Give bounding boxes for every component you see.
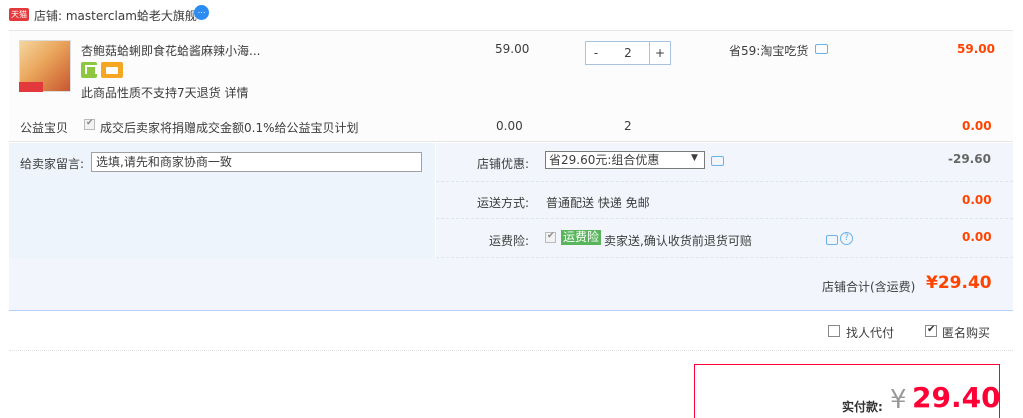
qty-increase-button[interactable]: + — [649, 41, 671, 65]
shop-name[interactable]: 店铺: masterclam蛤老大旗舰 — [34, 7, 197, 24]
anonymous-checkbox[interactable] — [925, 324, 937, 337]
shipping-method: 普通配送 快递 免邮 — [546, 196, 650, 210]
credit-card-icon[interactable] — [101, 62, 123, 78]
aliwangwang-icon[interactable]: ⋯ — [194, 5, 209, 20]
insurance-checkbox — [545, 231, 556, 243]
discount-label: 店铺优惠: — [477, 157, 530, 171]
unit-price: 59.00 — [495, 42, 530, 56]
payment-label: 实付款: — [842, 400, 883, 414]
divider — [436, 181, 1013, 182]
return-policy-note[interactable]: 此商品性质不支持7天退货 详情 — [81, 84, 248, 101]
insurance-description: 卖家送,确认收货前退货可赔 — [604, 234, 752, 248]
charity-description: 成交后卖家将捐赠成交金额0.1%给公益宝贝计划 — [100, 121, 359, 135]
divider — [436, 218, 1013, 219]
chat-bubble-icon[interactable] — [826, 235, 838, 245]
chat-bubble-icon[interactable] — [711, 156, 724, 166]
payment-amount: 29.40 — [912, 381, 1001, 414]
insurance-amount: 0.00 — [962, 230, 992, 244]
qty-decrease-button[interactable]: - — [585, 41, 607, 65]
insurance-label: 运费险: — [489, 234, 530, 248]
item-subtotal: 59.00 — [957, 42, 995, 56]
discount-select[interactable]: 省29.60元:组合优惠 — [545, 151, 705, 169]
memo-label: 给卖家留言: — [20, 157, 85, 171]
tmall-badge: 天猫 — [9, 8, 29, 21]
promo-text: 省59:淘宝吃货 — [729, 44, 809, 58]
charity-subtotal: 0.00 — [962, 119, 992, 133]
proxy-pay-checkbox[interactable] — [828, 325, 840, 337]
chevron-down-icon[interactable]: ▼ — [691, 153, 698, 163]
charity-qty: 2 — [624, 119, 632, 133]
charity-checkbox — [84, 118, 95, 130]
shipping-label: 运送方式: — [477, 196, 530, 210]
shop-subtotal-label: 店铺合计(含运费) — [822, 280, 916, 294]
currency-symbol: ¥ — [890, 385, 907, 415]
guarantee-icon[interactable] — [81, 62, 97, 78]
chat-bubble-icon[interactable] — [815, 44, 828, 54]
discount-amount: -29.60 — [948, 152, 991, 166]
charity-label: 公益宝贝 — [20, 121, 69, 135]
anonymous-label[interactable]: 匿名购买 — [942, 324, 990, 341]
thumbnail-tag — [19, 82, 43, 92]
help-icon[interactable]: ? — [840, 232, 853, 245]
qty-input[interactable]: 2 — [606, 41, 650, 65]
charity-price: 0.00 — [496, 119, 523, 133]
proxy-pay-label[interactable]: 找人代付 — [846, 324, 894, 341]
product-title[interactable]: 杏鲍菇蛤蜊即食花蛤酱麻辣小海... — [81, 42, 260, 59]
divider — [9, 350, 1013, 351]
shipping-amount: 0.00 — [962, 193, 992, 207]
shop-subtotal-amount: ¥29.40 — [926, 273, 992, 293]
memo-input[interactable] — [91, 152, 422, 172]
insurance-badge: 运费险 — [561, 230, 602, 245]
